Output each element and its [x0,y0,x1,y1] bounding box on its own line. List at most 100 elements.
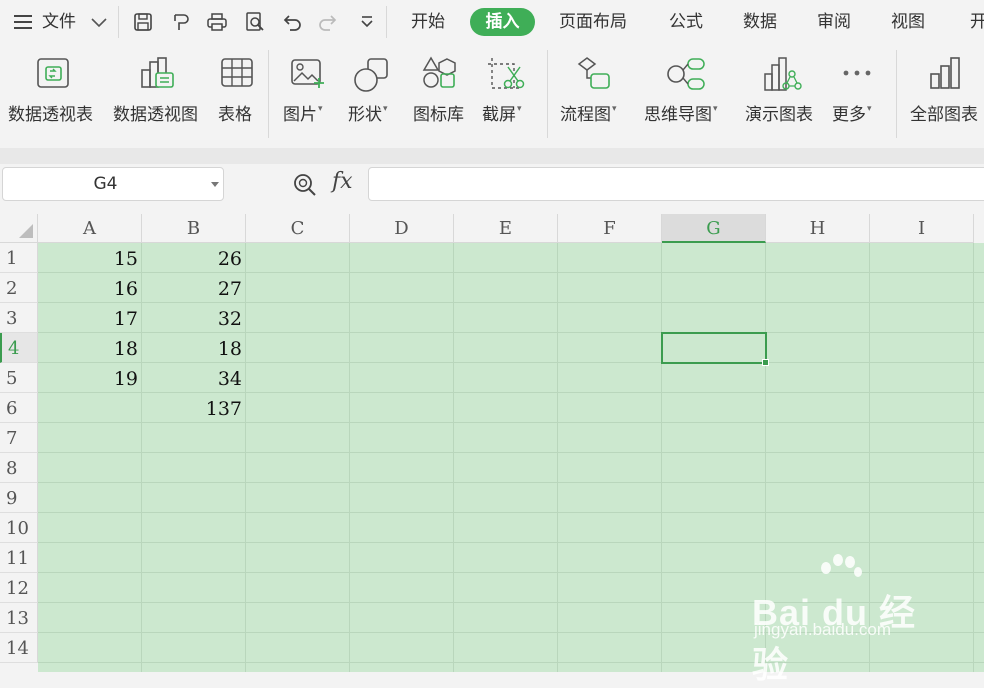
icon-library-button[interactable]: 图标库 [410,44,470,148]
triangle-icon [19,224,33,238]
more-button[interactable]: 更多▾ [830,44,888,148]
column-header-g[interactable]: G [662,214,766,243]
screenshot-icon [488,58,525,89]
cell-a6[interactable] [38,393,138,423]
hamburger-menu-icon[interactable] [12,11,34,33]
watermark-url: jingyan.baidu.com [754,620,892,639]
row-header-5[interactable]: 5 [0,363,38,393]
mind-map-icon [667,58,705,90]
flowchart-button[interactable]: 流程图▾ [556,44,628,148]
more-icon [843,70,871,76]
demo-chart-button[interactable]: 演示图表 [742,44,822,148]
cell-a4[interactable]: 18 [38,333,138,363]
shape-label: 形状▾ [348,104,388,125]
pivot-chart-icon [141,57,174,88]
cell-b5[interactable]: 34 [142,363,242,393]
row-header-12[interactable]: 12 [0,573,38,603]
format-painter-icon[interactable] [170,11,192,33]
tab-developer[interactable]: 开 [970,0,984,44]
tab-review[interactable]: 审阅 [817,0,851,44]
demo-chart-icon [764,57,802,91]
column-header-e[interactable]: E [454,214,558,243]
cell-a3[interactable]: 17 [38,303,138,333]
select-all-corner[interactable] [0,214,38,243]
formula-input[interactable] [368,167,984,201]
name-box[interactable]: G4 [2,167,224,201]
undo-icon[interactable] [282,11,304,33]
customize-toolbar-icon[interactable] [356,11,378,33]
row-header-3[interactable]: 3 [0,303,38,333]
baidu-jingyan-watermark: Bai du 经验 jingyan.baidu.com [752,554,952,685]
cell-b4[interactable]: 18 [142,333,242,363]
cell-b2[interactable]: 27 [142,273,242,303]
row-header-14[interactable]: 14 [0,633,38,663]
column-header-c[interactable]: C [246,214,350,243]
pivot-table-button[interactable]: 数据透视表 [0,44,104,148]
shape-button[interactable]: 形状▾ [346,44,402,148]
column-header-i[interactable]: I [870,214,974,243]
mind-map-label: 思维导图▾ [644,104,718,125]
dropdown-arrow-icon[interactable] [211,182,219,188]
file-menu[interactable]: 文件 [42,0,76,44]
cell-b3[interactable]: 32 [142,303,242,333]
tab-home[interactable]: 开始 [411,0,445,44]
column-header-f[interactable]: F [558,214,662,243]
formula-bar: G4 fx [0,164,984,214]
all-charts-button[interactable]: 全部图表 [906,44,984,148]
row-header-6[interactable]: 6 [0,393,38,423]
cell-b6[interactable]: 137 [142,393,242,423]
row-header-9[interactable]: 9 [0,483,38,513]
column-header-h[interactable]: H [766,214,870,243]
cell-a5[interactable]: 19 [38,363,138,393]
print-preview-icon[interactable] [244,11,266,33]
table-label: 表格 [218,105,252,125]
all-charts-icon [930,57,960,89]
tab-page-layout[interactable]: 页面布局 [559,0,627,44]
tab-insert[interactable]: 插入 [470,8,535,36]
row-header-4[interactable]: 4 [0,333,38,363]
flowchart-icon [577,57,610,89]
screenshot-button[interactable]: 截屏▾ [478,44,538,148]
redo-icon [319,15,337,31]
insert-ribbon: 数据透视表 数据透视图 表格 图片▾ 形状▾ 图标库 截屏▾ 流程图▾ 思维导图… [0,44,984,148]
cell-a1[interactable]: 15 [38,243,138,273]
tab-formulas[interactable]: 公式 [669,0,703,44]
column-header-a[interactable]: A [38,214,142,243]
ribbon-divider [0,148,984,164]
row-header-10[interactable]: 10 [0,513,38,543]
shape-icon [354,58,388,92]
screenshot-label: 截屏▾ [482,104,522,125]
print-icon[interactable] [206,11,228,33]
pivot-table-icon [37,58,69,88]
chevron-down-icon[interactable] [88,11,110,33]
icon-library-label: 图标库 [413,105,464,125]
cell-a2[interactable]: 16 [38,273,138,303]
menu-bar: 文件 开始 插入 页面布局 公式 数据 审阅 视图 开 [0,0,984,44]
tab-data[interactable]: 数据 [743,0,777,44]
fx-icon[interactable]: fx [332,169,353,194]
tab-view[interactable]: 视图 [891,0,925,44]
pivot-chart-label: 数据透视图 [113,105,198,125]
row-header-13[interactable]: 13 [0,603,38,633]
zoom-function-icon[interactable] [292,172,318,198]
all-charts-label: 全部图表 [910,105,978,125]
selected-cell-g4[interactable] [661,332,769,366]
save-icon[interactable] [132,11,154,33]
more-label: 更多▾ [832,104,872,125]
cell-b1[interactable]: 26 [142,243,242,273]
column-header-b[interactable]: B [142,214,246,243]
row-header-1[interactable]: 1 [0,243,38,273]
table-icon [221,58,253,87]
row-header-8[interactable]: 8 [0,453,38,483]
flowchart-label: 流程图▾ [560,104,617,125]
pivot-table-label: 数据透视表 [8,105,93,125]
mind-map-button[interactable]: 思维导图▾ [640,44,732,148]
pivot-chart-button[interactable]: 数据透视图 [110,44,214,148]
row-header-11[interactable]: 11 [0,543,38,573]
demo-chart-label: 演示图表 [745,105,813,125]
column-header-d[interactable]: D [350,214,454,243]
picture-button[interactable]: 图片▾ [280,44,336,148]
table-button[interactable]: 表格 [214,44,260,148]
row-header-7[interactable]: 7 [0,423,38,453]
row-header-2[interactable]: 2 [0,273,38,303]
